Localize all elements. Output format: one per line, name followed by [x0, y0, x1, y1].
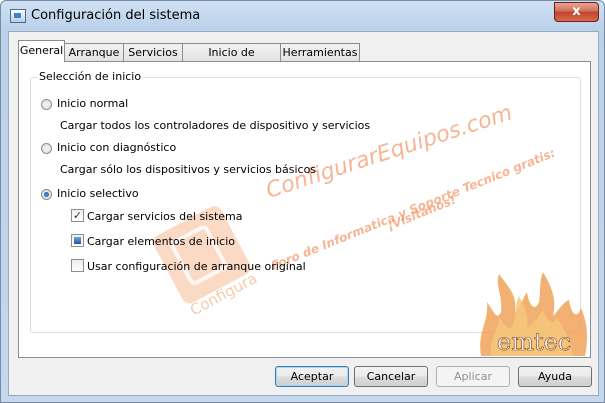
- tab-arranque[interactable]: Arranque: [64, 43, 124, 61]
- emtec-flame-logo: emtec: [480, 272, 588, 356]
- startup-selection-label: Selección de inicio: [37, 70, 144, 83]
- close-button[interactable]: x: [554, 2, 599, 22]
- normal-startup-description: Cargar todos los controladores de dispos…: [60, 119, 371, 132]
- load-system-services-checkbox[interactable]: ✓: [71, 209, 84, 222]
- diagnostic-startup-description: Cargar sólo los dispositivos y servicios…: [60, 163, 317, 176]
- dialog-client-area: General Arranque Servicios Inicio de Win…: [8, 31, 599, 396]
- apply-button[interactable]: Aplicar: [436, 366, 510, 387]
- normal-startup-radio[interactable]: [41, 99, 52, 110]
- tab-inicio-de-windows[interactable]: Inicio de Windows: [182, 43, 281, 76]
- load-startup-items-label[interactable]: Cargar elementos de inicio: [87, 235, 235, 248]
- ok-button[interactable]: Aceptar: [275, 366, 349, 387]
- load-startup-items-checkbox[interactable]: [71, 234, 84, 247]
- selective-startup-radio[interactable]: [41, 189, 52, 200]
- help-button[interactable]: Ayuda: [518, 366, 592, 387]
- window-title: Configuración del sistema: [31, 8, 201, 23]
- diagnostic-startup-label[interactable]: Inicio con diagnóstico: [57, 141, 176, 154]
- selective-startup-label[interactable]: Inicio selectivo: [57, 187, 139, 200]
- general-tab-panel: Configura ConfigurarEquipos.com Foro de …: [18, 61, 591, 358]
- load-system-services-label[interactable]: Cargar servicios del sistema: [87, 210, 243, 223]
- tab-herramientas[interactable]: Herramientas: [280, 43, 360, 61]
- system-config-window: Configuración del sistema x General Arra…: [0, 0, 605, 403]
- original-boot-config-checkbox[interactable]: [71, 259, 84, 272]
- emtec-badge-text: emtec: [497, 328, 571, 356]
- normal-startup-label[interactable]: Inicio normal: [57, 97, 128, 110]
- diagnostic-startup-radio[interactable]: [41, 143, 52, 154]
- cancel-button[interactable]: Cancelar: [354, 366, 428, 387]
- tab-servicios[interactable]: Servicios: [123, 43, 183, 61]
- original-boot-config-label[interactable]: Usar configuración de arranque original: [87, 260, 306, 273]
- tab-general[interactable]: General: [18, 40, 65, 62]
- app-icon: [10, 9, 26, 23]
- title-bar[interactable]: Configuración del sistema x: [1, 1, 604, 31]
